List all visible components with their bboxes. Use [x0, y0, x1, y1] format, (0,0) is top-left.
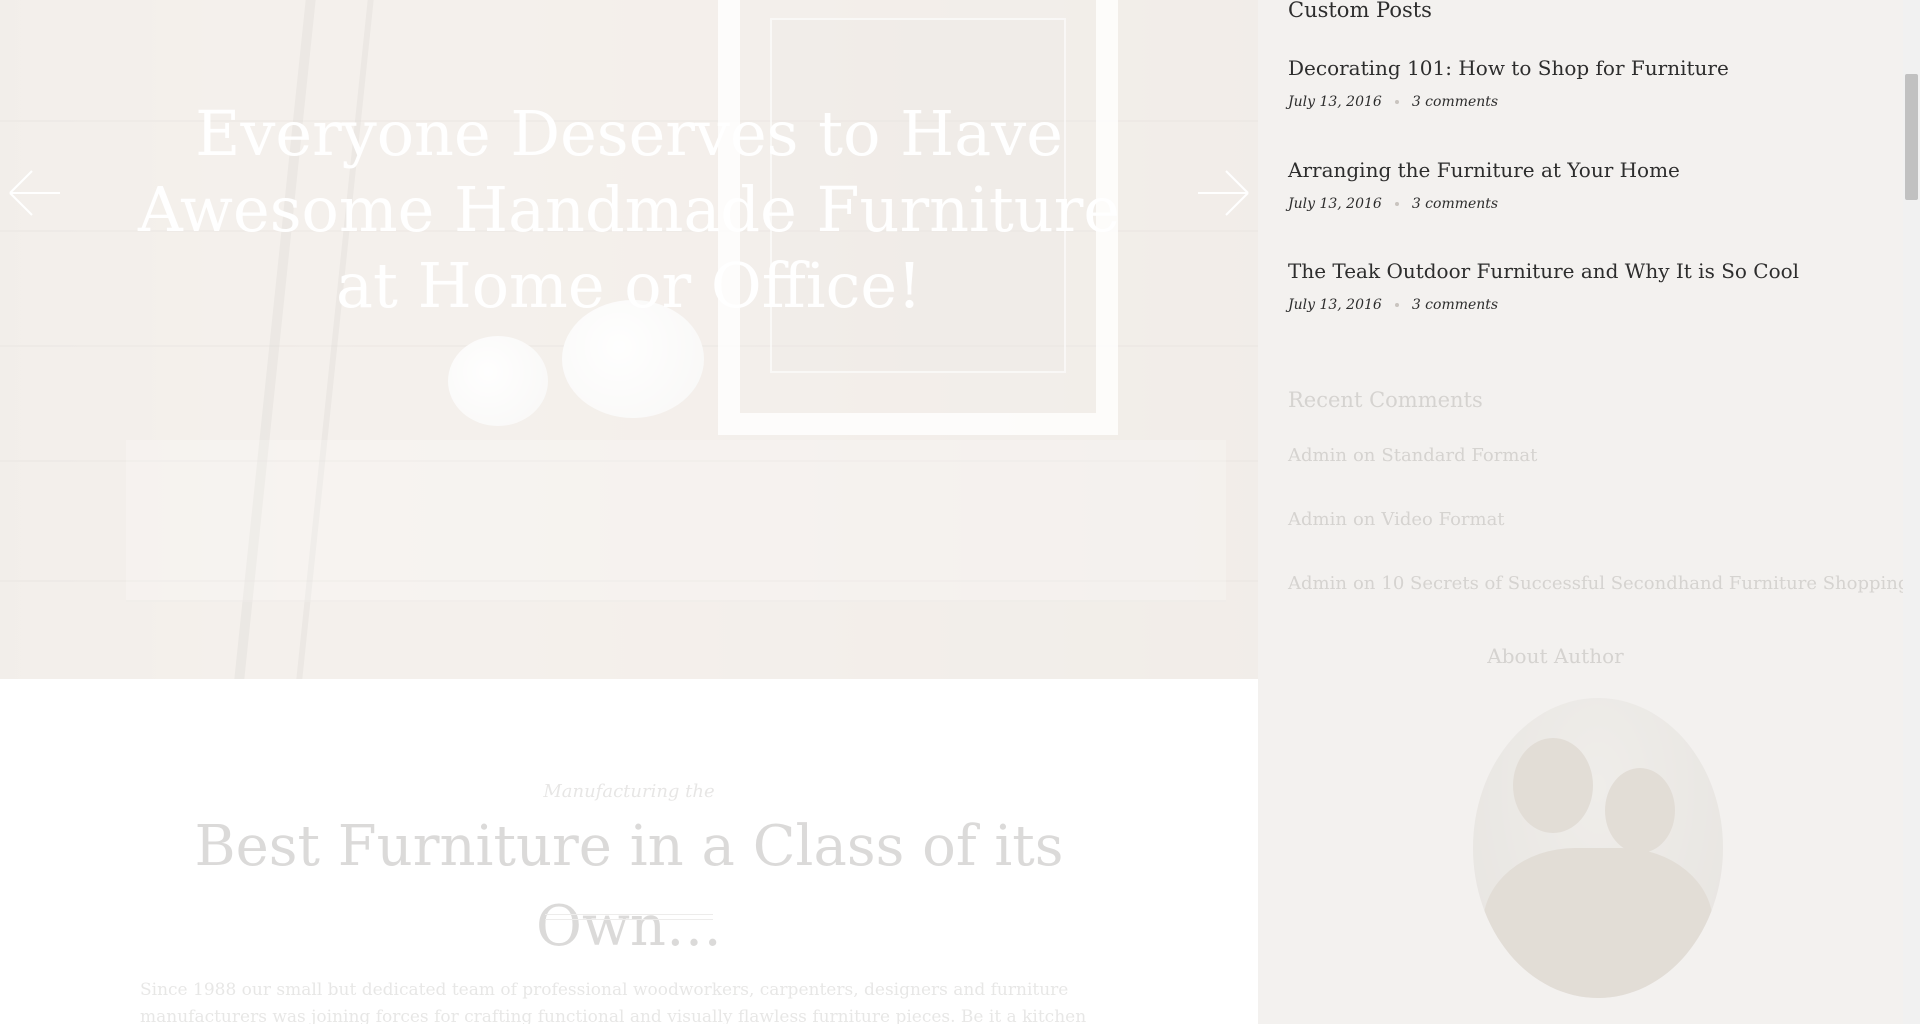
post-item: Decorating 101: How to Shop for Furnitur…	[1288, 54, 1878, 110]
intro-title: Best Furniture in a Class of its Own…	[194, 814, 1064, 959]
post-date[interactable]: July 13, 2016	[1288, 94, 1382, 110]
person-body	[1483, 848, 1713, 998]
post-comments-link[interactable]: 3 comments	[1412, 297, 1498, 313]
post-comments-link[interactable]: 3 comments	[1412, 94, 1498, 110]
intro-section: Manufacturing the Best Furniture in a Cl…	[0, 679, 1258, 1024]
comment-author: Admin	[1288, 509, 1347, 530]
post-item: The Teak Outdoor Furniture and Why It is…	[1288, 257, 1878, 313]
comment-post-link[interactable]: 10 Secrets of Successful Secondhand Furn…	[1381, 573, 1903, 594]
comment-item: Admin on 10 Secrets of Successful Secondha…	[1288, 573, 1903, 594]
separator-dot	[1394, 202, 1399, 206]
post-meta: July 13, 2016 3 comments	[1288, 94, 1878, 110]
comment-post-link[interactable]: Video Format	[1381, 509, 1504, 530]
post-title-link[interactable]: Decorating 101: How to Shop for Furnitur…	[1288, 54, 1878, 82]
comment-on: on	[1352, 509, 1376, 530]
intro-text: Since 1988 our small but dedicated team …	[140, 980, 1087, 1024]
author-avatar	[1473, 698, 1723, 998]
person-head	[1605, 768, 1675, 853]
title-divider	[545, 914, 713, 920]
decor-orb	[448, 336, 548, 426]
arrow-right-icon[interactable]	[1196, 168, 1250, 218]
comment-on: on	[1352, 445, 1376, 466]
comment-author: Admin	[1288, 445, 1347, 466]
post-title-link[interactable]: Arranging the Furniture at Your Home	[1288, 156, 1878, 184]
shelf-board	[126, 440, 1226, 602]
comment-item: Admin on Video Format	[1288, 509, 1888, 530]
post-date[interactable]: July 13, 2016	[1288, 297, 1382, 313]
post-date[interactable]: July 13, 2016	[1288, 196, 1382, 212]
post-meta: July 13, 2016 3 comments	[1288, 196, 1878, 212]
main-page: Everyone Deserves to Have Awesome Handma…	[0, 0, 1258, 1024]
comment-item: Admin on Standard Format	[1288, 445, 1888, 466]
comment-post-link[interactable]: Standard Format	[1381, 445, 1537, 466]
recent-comments-heading: Recent Comments	[1288, 388, 1483, 412]
hero-slider: Everyone Deserves to Have Awesome Handma…	[0, 0, 1258, 679]
scrollbar-thumb[interactable]	[1905, 74, 1918, 200]
comment-on: on	[1352, 573, 1376, 594]
sidebar-panel: Custom Posts Decorating 101: How to Shop…	[1258, 0, 1903, 1024]
hero-title: Everyone Deserves to Have Awesome Handma…	[137, 97, 1121, 322]
person-head	[1513, 738, 1593, 833]
post-meta: July 13, 2016 3 comments	[1288, 297, 1878, 313]
post-item: Arranging the Furniture at Your Home Jul…	[1288, 156, 1878, 212]
comment-author: Admin	[1288, 573, 1347, 594]
separator-dot	[1394, 303, 1399, 307]
about-author-heading: About Author	[1487, 644, 1624, 668]
arrow-left-icon[interactable]	[8, 168, 62, 218]
post-comments-link[interactable]: 3 comments	[1412, 196, 1498, 212]
separator-dot	[1394, 100, 1399, 104]
intro-pretitle: Manufacturing the	[543, 781, 715, 802]
custom-posts-heading: Custom Posts	[1288, 0, 1432, 22]
post-title-link[interactable]: The Teak Outdoor Furniture and Why It is…	[1288, 257, 1878, 285]
